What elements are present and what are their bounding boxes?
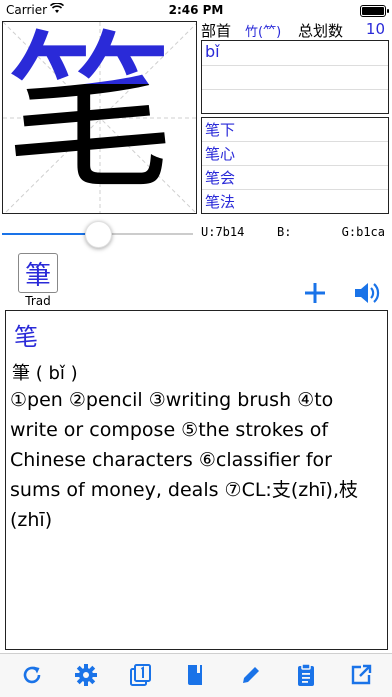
traditional-label: Trad (25, 294, 51, 308)
related-words-list: 笔下 笔心 笔会 笔法 (201, 117, 389, 214)
word-item[interactable]: 笔下 (205, 119, 235, 140)
word-item[interactable]: 笔法 (205, 191, 235, 212)
ruled-line (202, 141, 388, 142)
ruled-line (202, 165, 388, 166)
radical-label: 部首 (201, 22, 232, 40)
definition-pinyin: 筆 ( bǐ ) (12, 363, 78, 384)
word-item[interactable]: 笔会 (205, 167, 235, 188)
speak-button[interactable] (352, 278, 382, 308)
battery-level (362, 7, 384, 15)
definition-headword: 笔 (14, 323, 38, 351)
clipboard-icon[interactable] (294, 663, 318, 687)
add-button[interactable] (300, 278, 330, 308)
radical-value[interactable]: 竹(⺮) (245, 21, 281, 40)
bottom-toolbar (0, 653, 392, 697)
book-icon[interactable] (183, 663, 207, 687)
slider-thumb[interactable] (85, 221, 112, 248)
big5-code: B: (277, 225, 292, 239)
stroke-count-value: 10 (365, 20, 385, 38)
clock: 2:46 PM (168, 3, 224, 17)
pinyin-text[interactable]: bǐ (205, 42, 220, 61)
unicode-code: U:7b14 (201, 225, 245, 239)
character-glyph: 笔 笔 (5, 22, 175, 197)
ruled-line (202, 65, 388, 66)
refresh-icon[interactable] (20, 663, 44, 687)
share-icon[interactable] (349, 663, 373, 687)
traditional-glyph: 筆 (24, 260, 51, 291)
ruled-line (202, 89, 388, 90)
definition-text: ①pen ②pencil ③writing brush ④to write or… (10, 389, 358, 531)
stroke-count-label: 总划数 (298, 22, 344, 40)
status-bar: Carrier 2:46 PM (0, 0, 392, 20)
copy-icon[interactable] (129, 663, 153, 687)
gear-icon[interactable] (74, 663, 98, 687)
word-item[interactable]: 笔心 (205, 143, 235, 164)
pinyin-box[interactable]: bǐ (201, 40, 389, 114)
battery-icon (360, 5, 389, 17)
gb-code: G:b1ca (341, 225, 385, 239)
speaker-icon (355, 283, 380, 303)
definition-panel[interactable]: 笔 筆 ( bǐ ) ①pen ②pencil ③writing brush ④… (5, 310, 388, 650)
ruled-line (202, 189, 388, 190)
plus-icon (305, 283, 325, 303)
character-canvas[interactable]: 笔 笔 (2, 21, 197, 214)
slider-track-filled[interactable] (2, 233, 98, 235)
slider-track-empty[interactable] (98, 233, 193, 235)
large-character: 笔 笔 (3, 22, 196, 213)
pencil-icon[interactable] (239, 663, 263, 687)
traditional-button[interactable]: 筆 (18, 253, 58, 293)
character-info: 部首 竹(⺮) 总划数 10 (201, 19, 389, 40)
